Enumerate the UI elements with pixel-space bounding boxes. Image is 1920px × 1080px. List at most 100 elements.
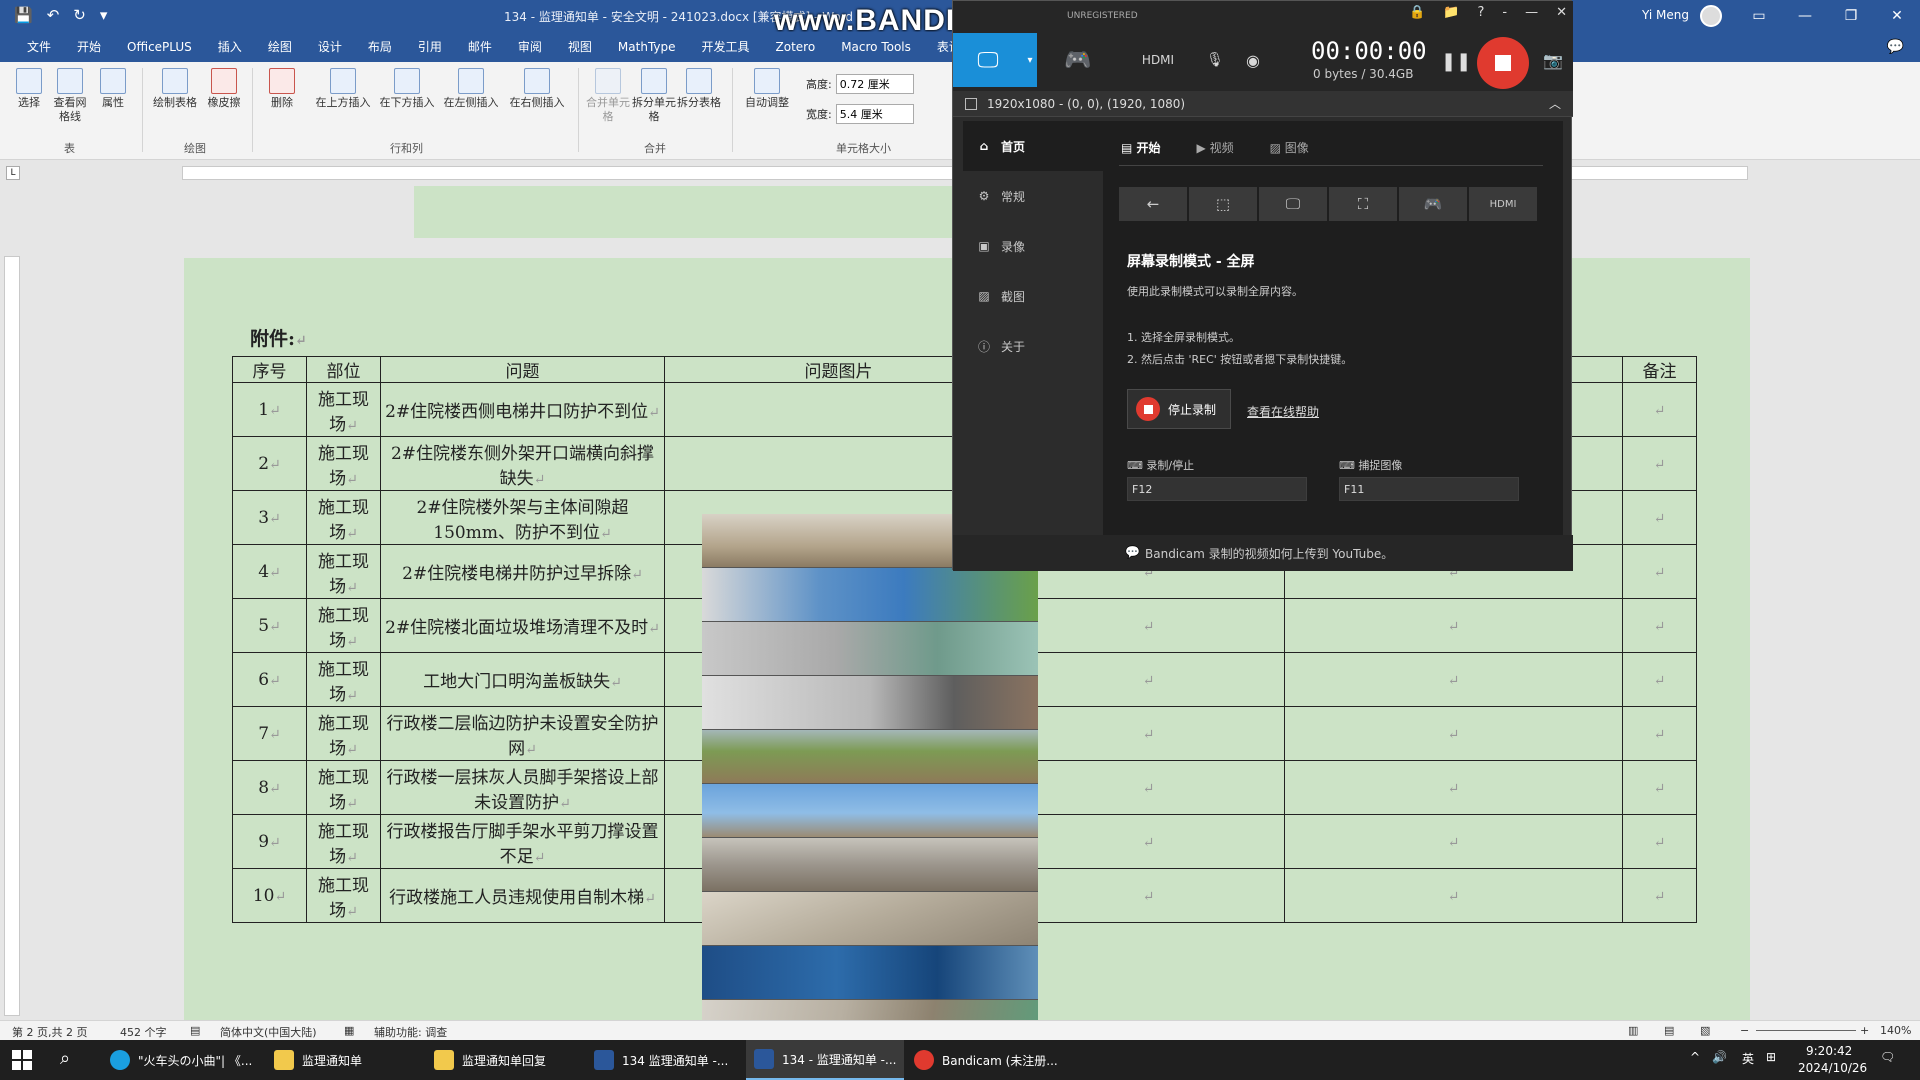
- tab-draw[interactable]: 绘图: [255, 32, 305, 62]
- cell-location[interactable]: 施工现场↵: [306, 382, 381, 437]
- cell-remarks[interactable]: ↵: [1622, 544, 1697, 599]
- webcam-button[interactable]: ◉: [1233, 33, 1273, 87]
- cell-no[interactable]: 8↵: [232, 760, 307, 815]
- cell-remarks[interactable]: ↵: [1622, 706, 1697, 761]
- help-icon[interactable]: ?: [1477, 5, 1484, 20]
- cell-location[interactable]: 施工现场↵: [306, 706, 381, 761]
- close-icon[interactable]: ✕: [1874, 0, 1920, 32]
- photo-10[interactable]: [702, 1000, 1038, 1020]
- cell-no[interactable]: 6↵: [232, 652, 307, 707]
- tab-mathtype[interactable]: MathType: [605, 32, 689, 62]
- photo-3[interactable]: [702, 622, 1038, 676]
- cell-no[interactable]: 3↵: [232, 490, 307, 545]
- cell-blank-1[interactable]: ↵: [1012, 598, 1285, 653]
- youtube-upload-tip[interactable]: Bandicam 录制的视频如何上传到 YouTube。: [1145, 545, 1393, 562]
- pause-icon[interactable]: ❚❚: [1441, 51, 1471, 72]
- cell-location[interactable]: 施工现场↵: [306, 436, 381, 491]
- cell-location[interactable]: 施工现场↵: [306, 598, 381, 653]
- search-icon[interactable]: ⌕: [60, 1048, 70, 1069]
- tab-insert[interactable]: 插入: [205, 32, 255, 62]
- cell-location[interactable]: 施工现场↵: [306, 544, 381, 599]
- draw-table-button[interactable]: 绘制表格: [150, 68, 200, 110]
- input-method-icon[interactable]: ⊞: [1766, 1050, 1776, 1064]
- cell-remarks[interactable]: ↵: [1622, 598, 1697, 653]
- cell-remarks[interactable]: ↵: [1622, 382, 1697, 437]
- user-name[interactable]: Yi Meng: [1642, 8, 1689, 22]
- web-layout-icon[interactable]: ▧: [1700, 1024, 1710, 1037]
- photo-2[interactable]: [702, 568, 1038, 622]
- stop-recording-button[interactable]: 停止录制: [1127, 389, 1231, 429]
- taskbar-item-folder-1[interactable]: 监理通知单: [266, 1040, 370, 1080]
- cell-issue[interactable]: 2#住院楼东侧外架开口端横向斜撑缺失↵: [380, 436, 665, 491]
- device-mode-tile[interactable]: HDMI: [1469, 187, 1537, 221]
- cell-blank-2[interactable]: ↵: [1284, 868, 1623, 923]
- tab-review[interactable]: 审阅: [505, 32, 555, 62]
- minimize-to-tray-icon[interactable]: —: [1525, 5, 1538, 20]
- proofing-icon[interactable]: ▤: [190, 1024, 200, 1037]
- split-table-button[interactable]: 拆分表格: [674, 68, 724, 110]
- sidebar-item-home[interactable]: ⌂ 首页: [963, 121, 1103, 171]
- tab-macro-tools[interactable]: Macro Tools: [828, 32, 924, 62]
- lock-icon[interactable]: 🔒: [1409, 5, 1425, 20]
- customize-qat-icon[interactable]: ▾: [100, 6, 108, 24]
- cell-no[interactable]: 2↵: [232, 436, 307, 491]
- ribbon-display-icon[interactable]: ▭: [1736, 0, 1782, 32]
- column-width-input[interactable]: [835, 104, 914, 124]
- tab-home[interactable]: 开始: [64, 32, 114, 62]
- tab-developer[interactable]: 开发工具: [689, 32, 763, 62]
- header-location[interactable]: 部位: [306, 356, 381, 383]
- back-button[interactable]: ←: [1119, 187, 1187, 221]
- hotkey-record-input[interactable]: F12: [1127, 477, 1307, 501]
- cell-location[interactable]: 施工现场↵: [306, 490, 381, 545]
- zoom-out-icon[interactable]: −: [1740, 1024, 1749, 1037]
- stop-record-button[interactable]: [1477, 37, 1529, 89]
- cell-remarks[interactable]: ↵: [1622, 436, 1697, 491]
- cell-blank-1[interactable]: ↵: [1012, 706, 1285, 761]
- avatar[interactable]: [1700, 5, 1722, 27]
- macro-icon[interactable]: ▦: [344, 1024, 354, 1037]
- word-count[interactable]: 452 个字: [120, 1024, 167, 1040]
- cell-blank-2[interactable]: ↵: [1284, 814, 1623, 869]
- tab-selector[interactable]: L: [6, 166, 20, 180]
- comments-icon[interactable]: 💬: [1887, 39, 1904, 55]
- cell-no[interactable]: 9↵: [232, 814, 307, 869]
- cell-location[interactable]: 施工现场↵: [306, 814, 381, 869]
- accessibility-status[interactable]: 辅助功能: 调查: [374, 1024, 447, 1040]
- taskbar-item-word-1[interactable]: 134 监理通知单 -...: [586, 1040, 736, 1080]
- header-issue[interactable]: 问题: [380, 356, 665, 383]
- save-icon[interactable]: 💾: [14, 6, 33, 24]
- tray-overflow-icon[interactable]: ^: [1690, 1050, 1700, 1064]
- collapse-icon[interactable]: ︿: [1549, 95, 1561, 112]
- cell-issue[interactable]: 2#住院楼外架与主体间隙超150mm、防护不到位↵: [380, 490, 665, 545]
- windows-start-icon[interactable]: [12, 1050, 32, 1070]
- fullscreen-mode-tile[interactable]: 🖵: [1259, 187, 1327, 221]
- cell-location[interactable]: 施工现场↵: [306, 760, 381, 815]
- tab-image[interactable]: ▨ 图像: [1270, 139, 1309, 156]
- photo-7[interactable]: [702, 838, 1038, 892]
- online-help-link[interactable]: 查看在线帮助: [1247, 403, 1319, 420]
- game-mode-button[interactable]: 🎮: [1039, 33, 1117, 87]
- tab-zotero[interactable]: Zotero: [763, 32, 829, 62]
- screenshot-icon[interactable]: 📷: [1543, 51, 1563, 70]
- photo-4[interactable]: [702, 676, 1038, 730]
- cell-blank-2[interactable]: ↵: [1284, 760, 1623, 815]
- tab-mailings[interactable]: 邮件: [455, 32, 505, 62]
- cell-location[interactable]: 施工现场↵: [306, 652, 381, 707]
- hotkey-capture-input[interactable]: F11: [1339, 477, 1519, 501]
- minimize-icon[interactable]: —: [1782, 0, 1828, 32]
- zoom-in-icon[interactable]: +: [1860, 1024, 1869, 1037]
- tab-design[interactable]: 设计: [305, 32, 355, 62]
- cell-issue[interactable]: 2#住院楼西侧电梯井口防护不到位↵: [380, 382, 665, 437]
- taskbar-item-folder-2[interactable]: 监理通知单回复: [426, 1040, 554, 1080]
- cell-blank-1[interactable]: ↵: [1012, 814, 1285, 869]
- cell-issue[interactable]: 行政楼报告厅脚手架水平剪刀撑设置不足↵: [380, 814, 665, 869]
- cell-issue[interactable]: 2#住院楼北面垃圾堆场清理不及时↵: [380, 598, 665, 653]
- zoom-slider[interactable]: [1756, 1030, 1856, 1031]
- device-mode-button[interactable]: HDMI: [1119, 33, 1197, 87]
- eraser-button[interactable]: 橡皮擦: [204, 68, 244, 110]
- rectangle-mode-button[interactable]: ⬚: [1189, 187, 1257, 221]
- microphone-button[interactable]: 🎙: [1203, 33, 1227, 87]
- page-count[interactable]: 第 2 页,共 2 页: [12, 1024, 87, 1040]
- redo-icon[interactable]: ↻: [73, 6, 86, 24]
- tab-file[interactable]: 文件: [14, 32, 64, 62]
